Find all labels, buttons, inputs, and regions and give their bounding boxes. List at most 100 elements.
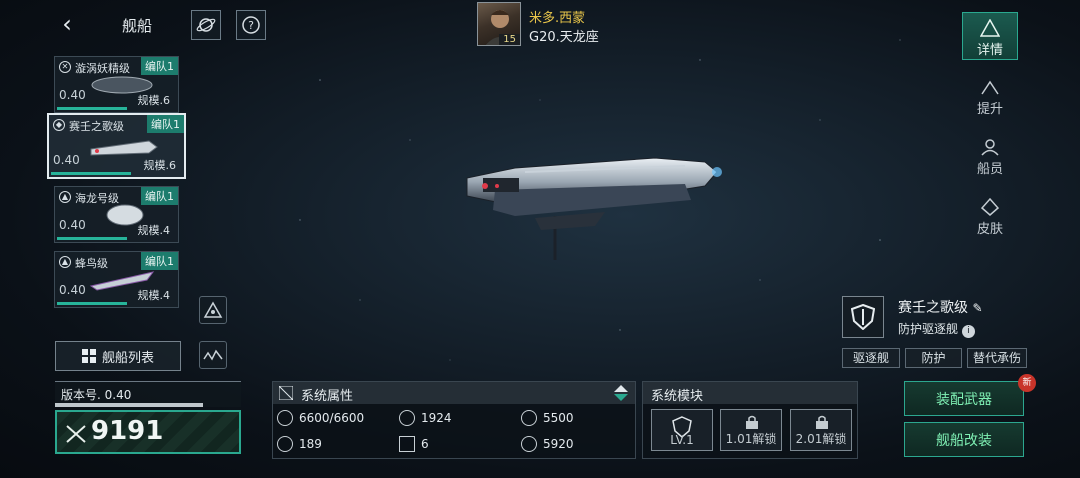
ship-card-bar xyxy=(57,237,127,240)
attr-energy-value: 5500 xyxy=(543,411,574,425)
ship-card-bar xyxy=(57,302,127,305)
tab-crew[interactable]: 船员 xyxy=(962,132,1018,180)
ship-card-value: 0.40 xyxy=(59,283,86,297)
right-tab-rail: 详情 提升 船员 皮肤 xyxy=(962,12,1018,252)
ship-card-scale: 规模.4 xyxy=(137,224,171,237)
ship-tag: 替代承伤 xyxy=(967,348,1027,368)
energy-icon xyxy=(521,410,537,426)
fighter-icon: ▲ xyxy=(59,191,71,203)
details-icon xyxy=(980,19,1000,37)
lock-icon xyxy=(746,415,758,429)
svg-text:?: ? xyxy=(248,19,254,32)
new-badge: 新 xyxy=(1018,374,1036,392)
ship-thumbnail xyxy=(90,140,158,156)
shield-icon: ◆ xyxy=(53,119,65,131)
grid-icon xyxy=(81,349,96,363)
formation-icon xyxy=(203,301,223,318)
ship-role-text: 防护驱逐舰 xyxy=(898,322,959,336)
ship-model-render[interactable] xyxy=(455,150,745,270)
crossed-swords-icon xyxy=(66,425,86,443)
fleet-badge: 编队1 xyxy=(147,115,184,133)
version-panel: 版本号. 0.40 xyxy=(55,381,241,407)
attributes-header: 系统属性 xyxy=(273,382,635,404)
grid-icon xyxy=(399,436,415,452)
module-slot-active[interactable]: LV.1 xyxy=(651,409,713,451)
tab-details[interactable]: 详情 xyxy=(962,12,1018,60)
ship-card-value: 0.40 xyxy=(59,218,86,232)
ship-modify-label: 舰船改装 xyxy=(936,432,992,449)
module-slot-locked[interactable]: 2.01解锁 xyxy=(790,409,852,451)
skin-icon xyxy=(980,198,1000,216)
lock-icon xyxy=(816,415,828,429)
module-slot-label: 1.01解锁 xyxy=(725,432,777,446)
ship-card-scale: 规模.4 xyxy=(137,289,171,302)
commander-location: G20.天龙座 xyxy=(529,30,599,45)
planet-button[interactable] xyxy=(191,10,221,40)
modules-header: 系统模块 xyxy=(643,382,857,404)
ship-class-icon-box xyxy=(842,296,884,338)
ship-list-label: 舰船列表 xyxy=(101,350,154,366)
attr-energy: 5500 xyxy=(521,406,631,430)
attr-target-value: 5920 xyxy=(543,437,574,451)
ship-name: 赛壬之歌级 ✎ xyxy=(898,297,983,317)
ship-card[interactable]: ✕ 漩涡妖精级 编队1 0.40 规模.6 xyxy=(54,56,179,113)
commander-level: 15 xyxy=(499,34,520,45)
ship-name-text: 赛壬之歌级 xyxy=(898,300,968,316)
help-button[interactable]: ? xyxy=(236,10,266,40)
back-arrow-icon: ‹ xyxy=(62,10,72,38)
version-label: 版本号. 0.40 xyxy=(61,388,132,402)
attr-armor: 1924 xyxy=(399,406,515,430)
chart-wave-icon xyxy=(203,349,223,361)
planet-icon xyxy=(196,18,216,32)
ship-card[interactable]: ▲ 海龙号级 编队1 0.40 规模.4 xyxy=(54,186,179,243)
ship-role: 防护驱逐舰 i xyxy=(898,320,975,338)
combat-power-panel: 9191 xyxy=(55,410,241,454)
ship-card-bar xyxy=(51,172,131,175)
ship-modify-button[interactable]: 舰船改装 xyxy=(904,422,1024,457)
attr-speed-value: 189 xyxy=(299,437,322,451)
ship-card-value: 0.40 xyxy=(53,153,80,167)
edit-pencil-icon[interactable]: ✎ xyxy=(972,301,982,315)
module-slot-label: 2.01解锁 xyxy=(795,432,847,446)
combat-power-value: 9191 xyxy=(91,416,164,446)
ship-card-selected[interactable]: ◆ 赛壬之歌级 编队1 0.40 规模.6 xyxy=(47,113,186,179)
hp-icon xyxy=(277,410,293,426)
crew-icon xyxy=(981,139,999,156)
back-button[interactable]: ‹ xyxy=(54,12,80,38)
equip-weapons-label: 装配武器 xyxy=(936,391,992,408)
module-slot-locked[interactable]: 1.01解锁 xyxy=(720,409,782,451)
ship-card-scale: 规模.6 xyxy=(143,159,177,172)
tab-skin[interactable]: 皮肤 xyxy=(962,192,1018,240)
attributes-icon xyxy=(279,386,293,400)
ship-card[interactable]: ▲ 蜂鸟级 编队1 0.40 规模.4 xyxy=(54,251,179,308)
ship-card-scale: 规模.6 xyxy=(137,94,171,107)
speed-icon xyxy=(277,436,293,452)
tab-details-label: 详情 xyxy=(976,43,1003,58)
attr-hp-value: 6600/6600 xyxy=(299,411,365,425)
ship-list-button[interactable]: 舰船列表 xyxy=(55,341,181,371)
tab-upgrade[interactable]: 提升 xyxy=(962,72,1018,120)
attr-armor-value: 1924 xyxy=(421,411,452,425)
tab-skin-label: 皮肤 xyxy=(976,222,1003,237)
attr-grid: 6 xyxy=(399,432,515,456)
system-modules-panel: 系统模块 LV.1 1.01解锁 2.01解锁 xyxy=(642,381,858,459)
ship-card-bar xyxy=(57,107,127,110)
armor-icon xyxy=(399,410,415,426)
equip-weapons-button[interactable]: 装配武器 xyxy=(904,381,1024,416)
ship-card-value: 0.40 xyxy=(59,88,86,102)
attributes-title: 系统属性 xyxy=(301,389,354,404)
info-icon[interactable]: i xyxy=(961,325,975,338)
formation-button[interactable] xyxy=(199,296,227,324)
ship-tag: 驱逐舰 xyxy=(842,348,900,368)
commander-avatar[interactable]: 15 xyxy=(477,2,521,46)
question-icon: ? xyxy=(242,16,260,34)
expand-toggle-icon[interactable] xyxy=(613,384,629,402)
attr-grid-value: 6 xyxy=(421,437,429,451)
target-icon xyxy=(521,436,537,452)
stats-button[interactable] xyxy=(199,341,227,369)
attr-target: 5920 xyxy=(521,432,631,456)
modules-title: 系统模块 xyxy=(651,389,704,404)
upgrade-icon xyxy=(981,80,999,95)
attr-hp: 6600/6600 xyxy=(277,406,393,430)
vortex-icon: ✕ xyxy=(59,61,71,73)
